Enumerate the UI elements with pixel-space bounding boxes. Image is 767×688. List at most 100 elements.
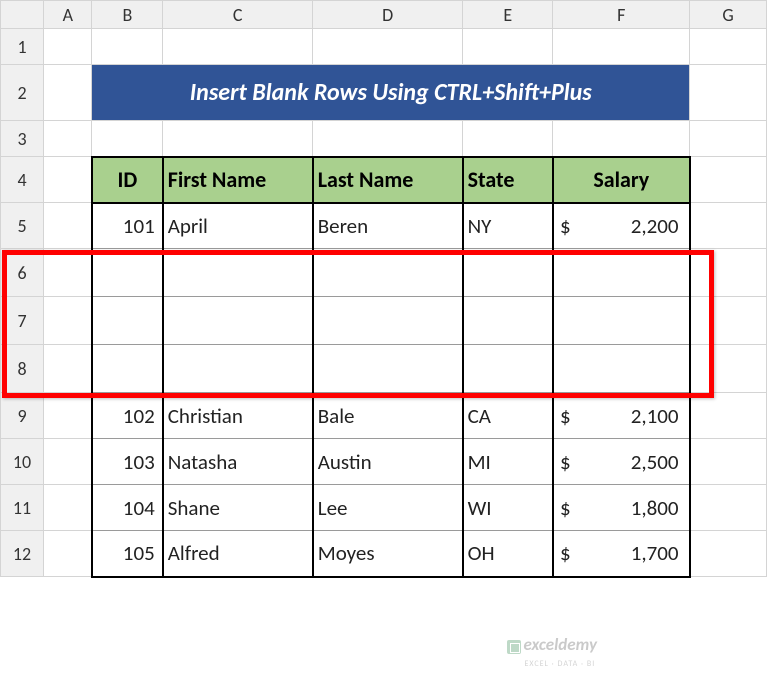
cell[interactable] [44, 345, 92, 393]
table-cell-last[interactable]: Beren [313, 203, 463, 249]
cell[interactable] [690, 439, 767, 485]
select-all-corner[interactable] [1, 1, 44, 29]
blank-cell[interactable] [92, 297, 163, 345]
table-header-id[interactable]: ID [92, 157, 163, 203]
cell[interactable] [690, 29, 767, 65]
cell[interactable] [44, 439, 92, 485]
table-cell-salary[interactable]: $2,500 [553, 439, 690, 485]
row-head-5[interactable]: 5 [1, 203, 44, 249]
row-head-1[interactable]: 1 [1, 29, 44, 65]
cell[interactable] [44, 65, 92, 121]
cell[interactable] [44, 393, 92, 439]
cell[interactable] [163, 121, 313, 157]
blank-cell[interactable] [313, 297, 463, 345]
cell[interactable] [44, 249, 92, 297]
blank-cell[interactable] [463, 297, 553, 345]
cell[interactable] [44, 485, 92, 531]
blank-cell[interactable] [163, 345, 313, 393]
table-cell-id[interactable]: 103 [92, 439, 163, 485]
table-cell-salary[interactable]: $1,800 [553, 485, 690, 531]
row-head-9[interactable]: 9 [1, 393, 44, 439]
table-cell-first[interactable]: Alfred [163, 531, 313, 577]
row-head-3[interactable]: 3 [1, 121, 44, 157]
cell[interactable] [44, 157, 92, 203]
row-head-2[interactable]: 2 [1, 65, 44, 121]
table-cell-state[interactable]: WI [463, 485, 553, 531]
table-cell-salary[interactable]: $2,200 [553, 203, 690, 249]
col-head-b[interactable]: B [92, 1, 163, 29]
table-cell-state[interactable]: CA [463, 393, 553, 439]
row-head-10[interactable]: 10 [1, 439, 44, 485]
cell[interactable] [163, 29, 313, 65]
cell[interactable] [44, 29, 92, 65]
cell[interactable] [44, 121, 92, 157]
cell[interactable] [690, 485, 767, 531]
table-cell-id[interactable]: 105 [92, 531, 163, 577]
blank-cell[interactable] [463, 249, 553, 297]
col-head-g[interactable]: G [690, 1, 767, 29]
table-cell-id[interactable]: 104 [92, 485, 163, 531]
table-cell-salary[interactable]: $2,100 [553, 393, 690, 439]
col-head-c[interactable]: C [163, 1, 313, 29]
table-cell-state[interactable]: NY [463, 203, 553, 249]
cell[interactable] [690, 65, 767, 121]
cell[interactable] [690, 121, 767, 157]
row-head-6[interactable]: 6 [1, 249, 44, 297]
blank-cell[interactable] [163, 297, 313, 345]
blank-cell[interactable] [92, 249, 163, 297]
cell[interactable] [313, 29, 463, 65]
blank-cell[interactable] [553, 249, 690, 297]
cell[interactable] [690, 531, 767, 577]
blank-cell[interactable] [553, 297, 690, 345]
cell[interactable] [92, 121, 163, 157]
table-cell-first[interactable]: Christian [163, 393, 313, 439]
row-head-7[interactable]: 7 [1, 297, 44, 345]
row-head-11[interactable]: 11 [1, 485, 44, 531]
col-head-f[interactable]: F [553, 1, 690, 29]
row-head-8[interactable]: 8 [1, 345, 44, 393]
blank-cell[interactable] [313, 345, 463, 393]
table-cell-first[interactable]: Shane [163, 485, 313, 531]
cell[interactable] [690, 393, 767, 439]
table-header-last[interactable]: Last Name [313, 157, 463, 203]
blank-cell[interactable] [313, 249, 463, 297]
table-cell-last[interactable]: Lee [313, 485, 463, 531]
cell[interactable] [690, 157, 767, 203]
cell[interactable] [44, 297, 92, 345]
cell[interactable] [463, 121, 553, 157]
blank-cell[interactable] [163, 249, 313, 297]
cell[interactable] [553, 121, 690, 157]
table-cell-first[interactable]: April [163, 203, 313, 249]
table-header-salary[interactable]: Salary [553, 157, 690, 203]
cell[interactable] [690, 297, 767, 345]
col-head-e[interactable]: E [463, 1, 553, 29]
table-cell-first[interactable]: Natasha [163, 439, 313, 485]
table-cell-salary[interactable]: $1,700 [553, 531, 690, 577]
cell[interactable] [690, 203, 767, 249]
col-head-a[interactable]: A [44, 1, 92, 29]
cell[interactable] [553, 29, 690, 65]
cell[interactable] [313, 121, 463, 157]
cell[interactable] [44, 531, 92, 577]
row-head-4[interactable]: 4 [1, 157, 44, 203]
table-cell-id[interactable]: 102 [92, 393, 163, 439]
cell[interactable] [463, 29, 553, 65]
blank-cell[interactable] [92, 345, 163, 393]
table-cell-last[interactable]: Moyes [313, 531, 463, 577]
cell[interactable] [690, 345, 767, 393]
row-head-12[interactable]: 12 [1, 531, 44, 577]
blank-cell[interactable] [553, 345, 690, 393]
table-header-first[interactable]: First Name [163, 157, 313, 203]
table-header-state[interactable]: State [463, 157, 553, 203]
table-cell-last[interactable]: Austin [313, 439, 463, 485]
table-cell-last[interactable]: Bale [313, 393, 463, 439]
cell[interactable] [690, 249, 767, 297]
cell[interactable] [92, 29, 163, 65]
table-cell-state[interactable]: MI [463, 439, 553, 485]
spreadsheet-grid[interactable]: A B C D E F G 1 2 Insert Blank Rows Usin… [0, 0, 767, 578]
blank-cell[interactable] [463, 345, 553, 393]
table-cell-state[interactable]: OH [463, 531, 553, 577]
cell[interactable] [44, 203, 92, 249]
col-head-d[interactable]: D [313, 1, 463, 29]
table-cell-id[interactable]: 101 [92, 203, 163, 249]
